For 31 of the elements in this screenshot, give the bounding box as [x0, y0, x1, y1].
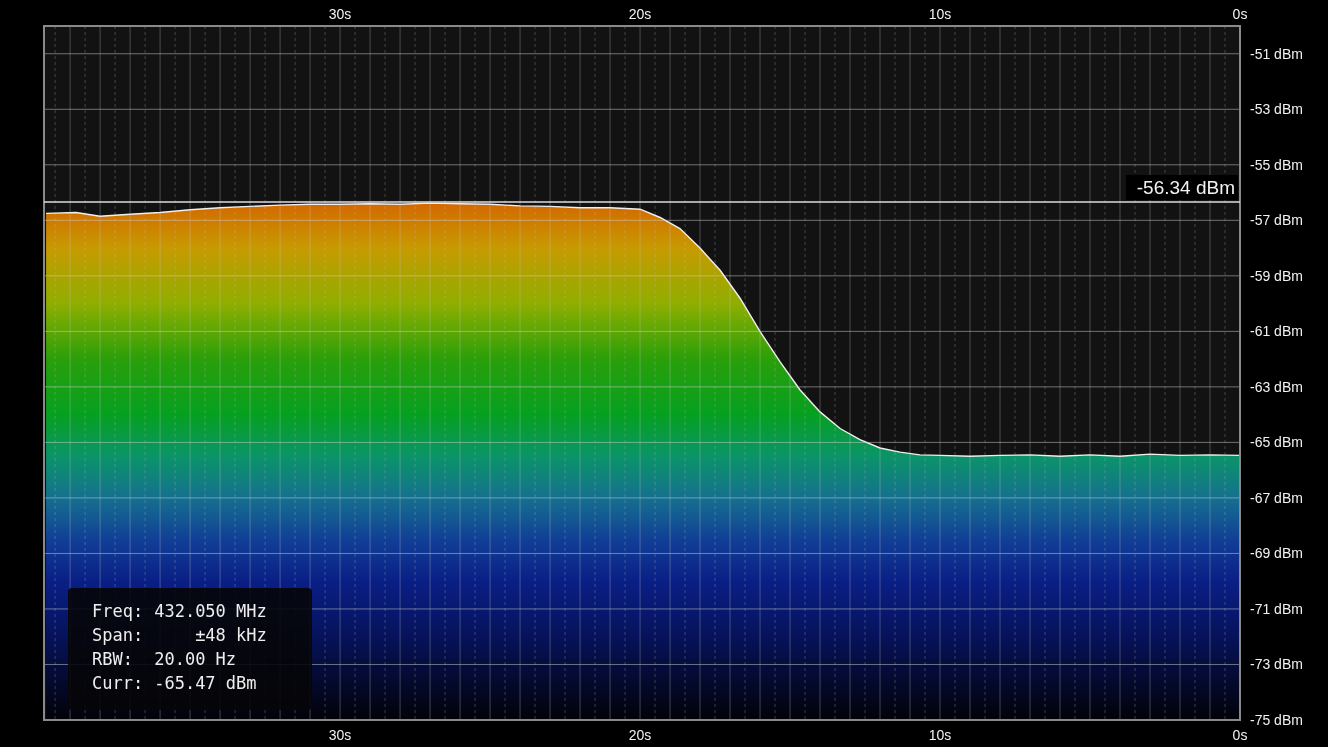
- y-tick-label: -59 dBm: [1250, 267, 1303, 284]
- info-value: 432.050 MHz: [154, 600, 267, 623]
- info-value: -65.47 dBm: [154, 672, 258, 695]
- y-tick-label: -51 dBm: [1250, 45, 1303, 62]
- x-tick-label: 20s: [628, 6, 652, 22]
- y-tick-label: -57 dBm: [1250, 212, 1303, 229]
- y-tick-label: -63 dBm: [1250, 378, 1303, 395]
- y-tick-label: -55 dBm: [1250, 156, 1303, 173]
- y-tick-label: -61 dBm: [1250, 323, 1303, 340]
- info-value: 20.00 Hz: [154, 648, 238, 671]
- y-tick-label: -53 dBm: [1250, 101, 1303, 118]
- x-tick-label: 0s: [1232, 6, 1248, 22]
- ref-line-label: -56.34 dBm: [1136, 177, 1235, 198]
- info-label: RBW:: [92, 648, 134, 671]
- marker-value-label: -56.34 dBm: [1126, 175, 1238, 200]
- x-tick-label: 20s: [628, 727, 652, 743]
- y-tick-label: -67 dBm: [1250, 489, 1303, 506]
- y-tick-label: -71 dBm: [1250, 600, 1303, 617]
- x-tick-label: 10s: [928, 727, 952, 743]
- x-tick-label: 30s: [328, 727, 352, 743]
- x-tick-label: 10s: [928, 6, 952, 22]
- y-tick-label: -75 dBm: [1250, 712, 1303, 728]
- y-tick-label: -73 dBm: [1250, 656, 1303, 673]
- x-tick-label: 0s: [1232, 727, 1248, 743]
- info-value: ±48 kHz: [195, 624, 267, 647]
- x-tick-label: 30s: [328, 6, 352, 22]
- y-tick-label: -69 dBm: [1250, 545, 1303, 562]
- info-label: Curr:: [92, 672, 144, 695]
- info-label: Freq:: [92, 600, 144, 623]
- y-tick-label: -65 dBm: [1250, 434, 1303, 451]
- info-label: Span:: [92, 624, 144, 647]
